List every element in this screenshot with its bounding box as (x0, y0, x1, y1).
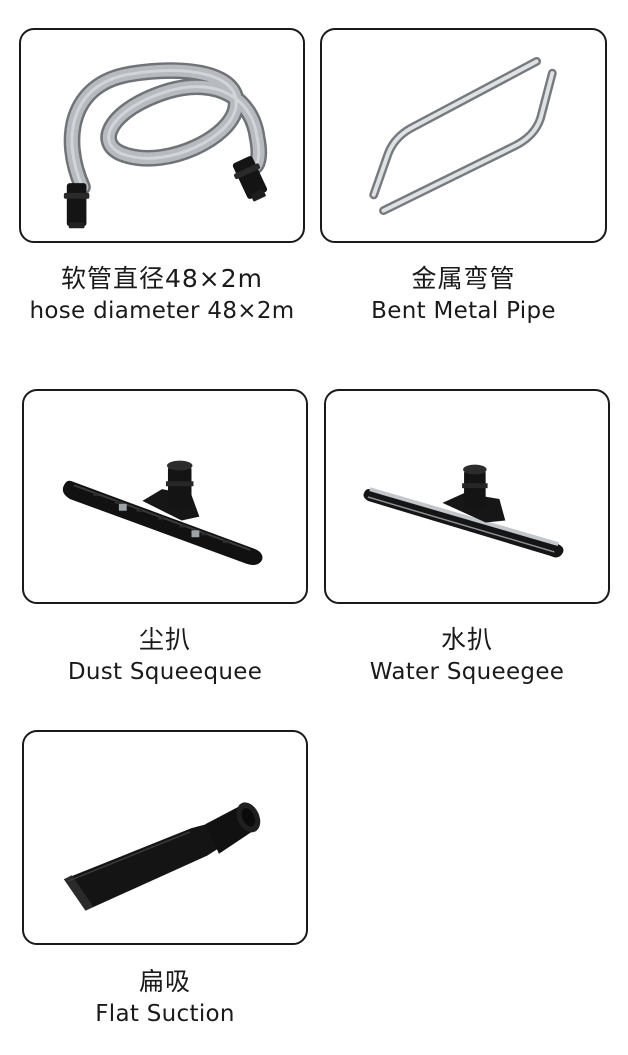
caption-hose-zh: 软管直径48×2m (60, 264, 264, 293)
caption-water-squeegee-zh: 水扒 (440, 625, 493, 654)
accessory-card-flat-suction (22, 730, 308, 945)
dust-squeegee-icon (62, 460, 263, 566)
caption-flat-suction-en: Flat Suction (95, 1001, 235, 1027)
caption-dust-squeegee-zh: 尘扒 (138, 625, 191, 654)
caption-flat-suction: 扁吸 Flat Suction (22, 966, 308, 1030)
accessory-card-dust-squeegee (22, 389, 308, 604)
caption-bent-pipe-en: Bent Metal Pipe (371, 298, 556, 324)
caption-dust-squeegee-en: Dust Squeequee (67, 659, 263, 685)
water-squeegee-icon (363, 464, 564, 558)
accessory-card-water-squeegee (324, 389, 610, 604)
caption-hose: 软管直径48×2m hose diameter 48×2m (0, 263, 324, 327)
caption-dust-squeegee: 尘扒 Dust Squeequee (22, 624, 308, 688)
caption-bent-pipe: 金属弯管 Bent Metal Pipe (320, 263, 607, 327)
caption-flat-suction-zh: 扁吸 (138, 967, 191, 996)
accessory-card-bent-pipe (320, 28, 607, 243)
accessory-card-hose (19, 28, 305, 243)
caption-bent-pipe-zh: 金属弯管 (411, 264, 516, 293)
caption-water-squeegee-en: Water Squeegee (369, 659, 565, 685)
flat-suction-icon (63, 802, 261, 911)
caption-water-squeegee: 水扒 Water Squeegee (324, 624, 610, 688)
caption-hose-en: hose diameter 48×2m (29, 298, 295, 324)
hose-icon (63, 62, 268, 229)
bent-pipe-icon (369, 56, 557, 215)
